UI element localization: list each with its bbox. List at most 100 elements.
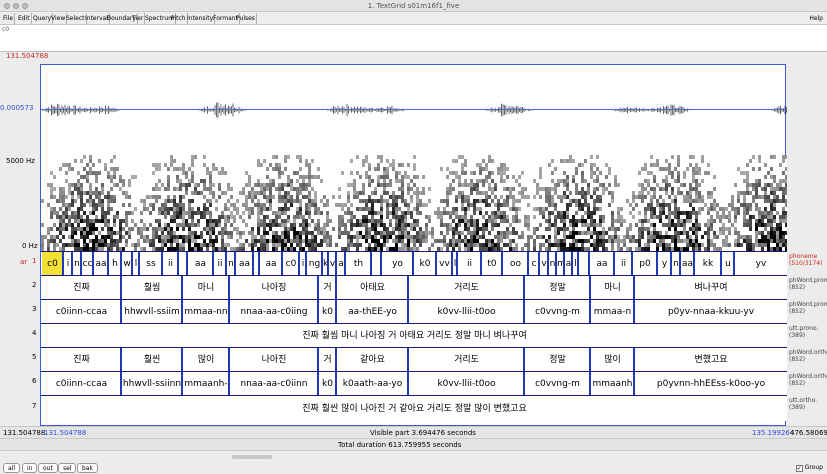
tier-3[interactable]: c0iinn-ccaa hhwvll-ssiim mmaa-nn nnaa-aa-c0… xyxy=(41,299,787,323)
bak-button[interactable]: bak xyxy=(77,463,98,473)
all-button[interactable]: all xyxy=(3,463,21,473)
interval[interactable]: ii xyxy=(615,252,632,275)
boundary[interactable] xyxy=(670,252,672,275)
boundary[interactable] xyxy=(480,252,482,275)
interval[interactable]: 거 xyxy=(319,348,336,371)
boundary[interactable] xyxy=(228,372,230,395)
interval[interactable]: c0iinn-ccaa xyxy=(42,372,121,395)
interval[interactable]: 거리도 xyxy=(409,348,524,371)
boundary[interactable] xyxy=(225,252,227,275)
group-checkbox[interactable]: ✓ Group xyxy=(795,463,823,473)
tier-name-5[interactable]: phWord.ortho.(852) xyxy=(789,349,827,363)
interval[interactable]: 정말 xyxy=(525,276,590,299)
interval[interactable]: yo xyxy=(382,252,413,275)
boundary[interactable] xyxy=(733,252,735,275)
boundary[interactable] xyxy=(633,348,635,371)
boundary[interactable] xyxy=(613,252,615,275)
boundary[interactable] xyxy=(435,252,437,275)
boundary[interactable] xyxy=(555,252,557,275)
tier-name-3[interactable]: phWord.prono.(852) xyxy=(789,301,827,315)
tier-name-7[interactable]: utt.ortho. (389) xyxy=(789,397,817,411)
interval[interactable]: 진짜 xyxy=(42,348,121,371)
interval[interactable]: c0 xyxy=(283,252,299,275)
menu-edit[interactable]: Edit xyxy=(17,13,32,24)
interval[interactable]: 진짜 훨씸 마니 나아징 거 아태요 거리도 정말 마니 벼나꾸여 xyxy=(42,324,787,347)
interval[interactable]: k0vv-llii-t0oo xyxy=(409,372,524,395)
boundary[interactable] xyxy=(523,276,525,299)
boundary[interactable] xyxy=(589,372,591,395)
menu-pulses[interactable]: Pulses xyxy=(235,13,257,24)
boundary[interactable] xyxy=(633,300,635,323)
boundary[interactable] xyxy=(177,252,179,275)
boundary[interactable] xyxy=(571,252,573,275)
in-button[interactable]: in xyxy=(22,463,38,473)
menu-file[interactable]: File xyxy=(2,13,16,24)
boundary[interactable] xyxy=(335,252,337,275)
boundary[interactable] xyxy=(161,252,163,275)
boundary[interactable] xyxy=(138,252,140,275)
interval[interactable]: 거리도 xyxy=(409,276,524,299)
boundary[interactable] xyxy=(335,372,337,395)
spectrogram[interactable] xyxy=(41,155,787,251)
boundary[interactable] xyxy=(228,348,230,371)
close-window-button[interactable] xyxy=(4,3,10,9)
out-button[interactable]: out xyxy=(38,463,58,473)
selected-interval[interactable]: c0 xyxy=(42,252,63,275)
scrollbar-thumb[interactable] xyxy=(232,455,272,459)
interval[interactable]: 아태요 xyxy=(337,276,408,299)
interval[interactable]: th xyxy=(346,252,371,275)
interval[interactable]: mmaa-nn xyxy=(183,300,229,323)
interval[interactable]: ii xyxy=(458,252,481,275)
interval[interactable]: c0vvng-m xyxy=(525,372,590,395)
boundary[interactable] xyxy=(181,348,183,371)
boundary[interactable] xyxy=(80,252,82,275)
interval[interactable]: mmaa-n xyxy=(591,300,634,323)
tier-name-4[interactable]: utt.prono. (389) xyxy=(789,325,819,339)
interval[interactable]: 많이 xyxy=(183,348,229,371)
scrollbar[interactable] xyxy=(0,450,827,462)
boundary[interactable] xyxy=(720,252,722,275)
interval[interactable]: p0 xyxy=(633,252,657,275)
interval[interactable]: 나아징 xyxy=(230,276,318,299)
boundary[interactable] xyxy=(547,252,549,275)
boundary[interactable] xyxy=(631,252,633,275)
boundary[interactable] xyxy=(407,372,409,395)
interval[interactable]: nnaa-aa-c0iinn xyxy=(230,372,318,395)
interval[interactable]: 훨씬 xyxy=(122,348,182,371)
boundary[interactable] xyxy=(258,252,260,275)
interval[interactable]: 정말 xyxy=(525,348,590,371)
boundary[interactable] xyxy=(335,348,337,371)
boundary[interactable] xyxy=(633,276,635,299)
interval[interactable]: 진짜 훨씬 많이 나아진 거 같아요 거리도 정말 많이 변했고요 xyxy=(42,396,787,421)
interval[interactable]: 훨씸 xyxy=(122,276,182,299)
boundary[interactable] xyxy=(589,348,591,371)
menu-intensity[interactable]: Intensity xyxy=(186,13,216,24)
interval-text-field[interactable]: c0 xyxy=(0,25,827,52)
boundary[interactable] xyxy=(407,348,409,371)
interval[interactable]: 나아진 xyxy=(230,348,318,371)
interval[interactable]: 많이 xyxy=(591,348,634,371)
boundary[interactable] xyxy=(181,300,183,323)
boundary[interactable] xyxy=(523,348,525,371)
menu-pitch[interactable]: Pitch xyxy=(170,13,188,24)
boundary[interactable] xyxy=(120,300,122,323)
boundary[interactable] xyxy=(186,252,188,275)
interval[interactable]: c0vvng-m xyxy=(525,300,590,323)
boundary[interactable] xyxy=(456,252,458,275)
interval[interactable]: ii xyxy=(163,252,178,275)
boundary[interactable] xyxy=(92,252,94,275)
boundary[interactable] xyxy=(228,300,230,323)
boundary[interactable] xyxy=(317,276,319,299)
total-duration-bar[interactable]: Total duration 613.759955 seconds xyxy=(0,438,827,450)
boundary[interactable] xyxy=(281,252,283,275)
boundary[interactable] xyxy=(181,276,183,299)
interval[interactable]: t0 xyxy=(482,252,502,275)
interval[interactable]: yv xyxy=(735,252,787,275)
boundary[interactable] xyxy=(589,300,591,323)
tier-name-2[interactable]: phWord.prono.(852) xyxy=(789,277,827,291)
interval[interactable]: oo xyxy=(503,252,528,275)
tier-4[interactable]: 진짜 훨씸 마니 나아징 거 아태요 거리도 정말 마니 벼나꾸여 xyxy=(41,323,787,347)
boundary[interactable] xyxy=(344,252,346,275)
tier-name-1[interactable]: phoneme (510/3174) xyxy=(789,253,822,267)
boundary[interactable] xyxy=(588,252,590,275)
